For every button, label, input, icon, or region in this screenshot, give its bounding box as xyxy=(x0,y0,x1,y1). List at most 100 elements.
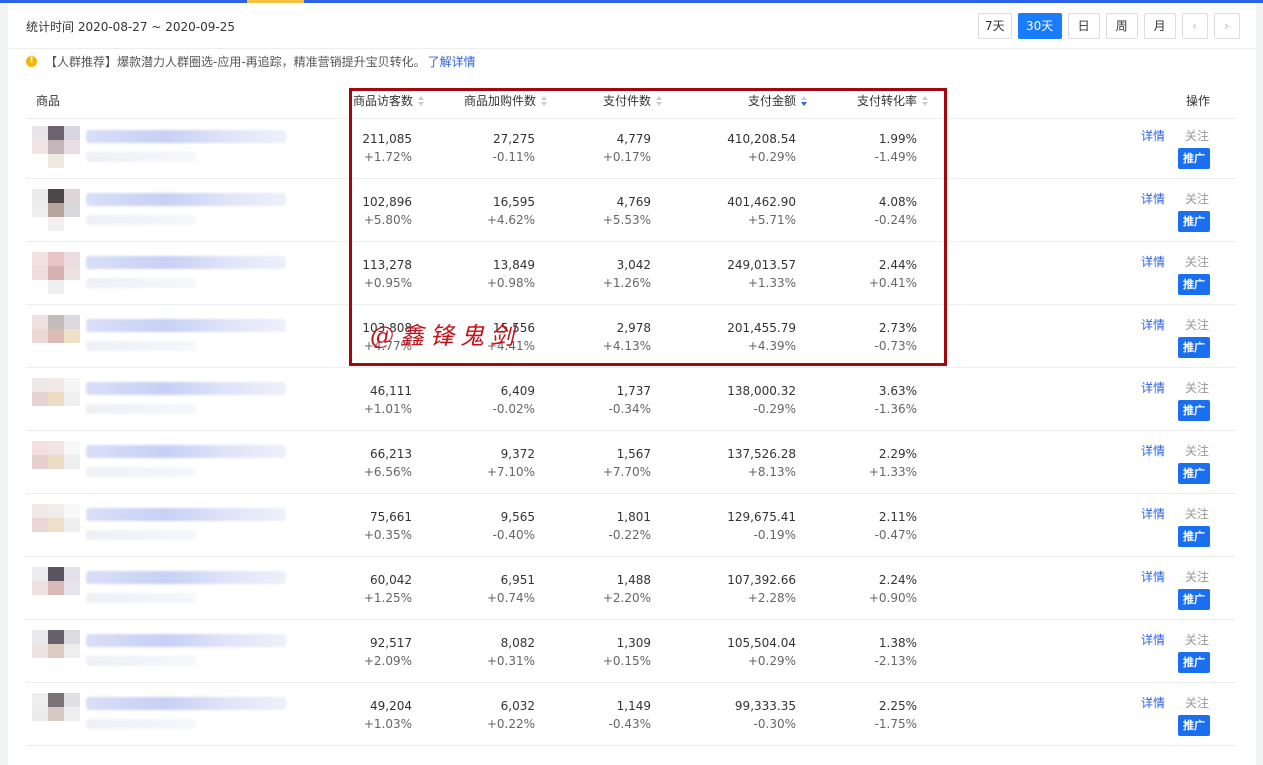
cell-change: +6.56% xyxy=(363,465,412,479)
cell-value: 46,111 xyxy=(370,384,412,398)
range-day-button[interactable]: 日 xyxy=(1067,13,1100,39)
product-name-blurred[interactable] xyxy=(86,382,286,395)
follow-link[interactable]: 关注 xyxy=(1185,190,1209,207)
detail-link[interactable]: 详情 xyxy=(1141,631,1165,648)
cell-change: -0.24% xyxy=(874,213,917,227)
detail-link[interactable]: 详情 xyxy=(1141,316,1165,333)
promote-button[interactable]: 推广 xyxy=(1178,652,1210,673)
follow-link[interactable]: 关注 xyxy=(1185,568,1209,585)
col-paid-items[interactable]: 支付件数 xyxy=(603,92,663,109)
product-name-blurred[interactable] xyxy=(86,697,286,710)
product-thumbnail[interactable] xyxy=(32,315,80,357)
detail-link[interactable]: 详情 xyxy=(1141,694,1165,711)
cell-visitors: 49,204 +1.03% xyxy=(364,697,412,733)
cell-conversion: 2.24% +0.90% xyxy=(869,571,917,607)
cell-value: 1,737 xyxy=(616,384,651,398)
sort-icon xyxy=(418,96,425,107)
product-thumbnail[interactable] xyxy=(32,441,80,483)
cell-change: +7.70% xyxy=(602,465,651,479)
table-row: 113,278 +0.95% 13,849 +0.98% 3,042 +1.26% 249,… xyxy=(26,242,1236,305)
col-visitors[interactable]: 商品访客数 xyxy=(353,92,425,109)
col-conversion[interactable]: 支付转化率 xyxy=(857,92,929,109)
promote-button[interactable]: 推广 xyxy=(1178,463,1210,484)
cell-change: +5.80% xyxy=(363,213,412,227)
cell-change: +0.29% xyxy=(747,150,796,164)
product-name-blurred[interactable] xyxy=(86,193,286,206)
cell-conversion: 2.44% +0.41% xyxy=(869,256,917,292)
product-thumbnail[interactable] xyxy=(32,378,80,420)
learn-more-link[interactable]: 了解详情 xyxy=(428,53,476,70)
cell-cart: 6,951 +0.74% xyxy=(487,571,535,607)
promote-button[interactable]: 推广 xyxy=(1178,211,1210,232)
product-thumbnail[interactable] xyxy=(32,504,80,546)
range-month-button[interactable]: 月 xyxy=(1143,13,1176,39)
chevron-right-icon: › xyxy=(1224,19,1230,33)
product-thumbnail[interactable] xyxy=(32,567,80,609)
cell-value: 2.24% xyxy=(878,573,917,587)
detail-link[interactable]: 详情 xyxy=(1141,253,1165,270)
product-name-blurred[interactable] xyxy=(86,445,286,458)
cell-value: 16,595 xyxy=(493,195,535,209)
cell-paid-amount: 105,504.04 +0.29% xyxy=(727,634,796,670)
product-name-blurred[interactable] xyxy=(86,571,286,584)
next-period-button[interactable]: › xyxy=(1213,13,1240,39)
product-name-blurred[interactable] xyxy=(86,130,286,143)
follow-link[interactable]: 关注 xyxy=(1185,379,1209,396)
cell-paid-amount: 107,392.66 +2.28% xyxy=(727,571,796,607)
follow-link[interactable]: 关注 xyxy=(1185,694,1209,711)
cell-value: 201,455.79 xyxy=(727,321,796,335)
product-thumbnail[interactable] xyxy=(32,189,80,231)
promote-button[interactable]: 推广 xyxy=(1178,526,1210,547)
cell-cart: 9,372 +7.10% xyxy=(487,445,535,481)
promote-button[interactable]: 推广 xyxy=(1178,337,1210,358)
cell-cart: 16,595 +4.62% xyxy=(487,193,535,229)
promote-button[interactable]: 推广 xyxy=(1178,148,1210,169)
promote-button[interactable]: 推广 xyxy=(1178,589,1210,610)
cell-cart: 6,032 +0.22% xyxy=(487,697,535,733)
cell-value: 1,149 xyxy=(616,699,651,713)
product-name-blurred[interactable] xyxy=(86,508,286,521)
cell-change: +0.41% xyxy=(868,276,917,290)
cell-change: +4.41% xyxy=(486,339,535,353)
range-week-button[interactable]: 周 xyxy=(1105,13,1138,39)
product-name-blurred[interactable] xyxy=(86,634,286,647)
detail-link[interactable]: 详情 xyxy=(1141,568,1165,585)
table-row: 75,661 +0.35% 9,565 -0.40% 1,801 -0.22% 129,67… xyxy=(26,494,1236,557)
product-name-blurred[interactable] xyxy=(86,256,286,269)
cell-conversion: 2.29% +1.33% xyxy=(869,445,917,481)
col-paid-amount[interactable]: 支付金额 xyxy=(748,92,808,109)
cell-value: 2.73% xyxy=(878,321,917,335)
cell-change: -0.22% xyxy=(608,528,651,542)
col-cart[interactable]: 商品加购件数 xyxy=(464,92,548,109)
follow-link[interactable]: 关注 xyxy=(1185,127,1209,144)
product-thumbnail[interactable] xyxy=(32,693,80,735)
product-name-blurred[interactable] xyxy=(86,319,286,332)
promote-button[interactable]: 推广 xyxy=(1178,400,1210,421)
detail-link[interactable]: 详情 xyxy=(1141,127,1165,144)
range-7d-button[interactable]: 7天 xyxy=(978,13,1012,39)
cell-conversion: 2.25% -1.75% xyxy=(875,697,917,733)
product-thumbnail[interactable] xyxy=(32,252,80,294)
promote-button[interactable]: 推广 xyxy=(1178,715,1210,736)
follow-link[interactable]: 关注 xyxy=(1185,631,1209,648)
detail-link[interactable]: 详情 xyxy=(1141,442,1165,459)
product-thumbnail[interactable] xyxy=(32,126,80,168)
cell-cart: 13,849 +0.98% xyxy=(487,256,535,292)
cell-change: -0.43% xyxy=(608,717,651,731)
product-thumbnail[interactable] xyxy=(32,630,80,672)
cell-change: +1.33% xyxy=(868,465,917,479)
detail-link[interactable]: 详情 xyxy=(1141,190,1165,207)
follow-link[interactable]: 关注 xyxy=(1185,253,1209,270)
promote-button[interactable]: 推广 xyxy=(1178,274,1210,295)
table-row: 66,213 +6.56% 9,372 +7.10% 1,567 +7.70% 137,52… xyxy=(26,431,1236,494)
cell-value: 103,808 xyxy=(362,321,412,335)
detail-link[interactable]: 详情 xyxy=(1141,379,1165,396)
cell-paid-items: 1,801 -0.22% xyxy=(609,508,651,544)
follow-link[interactable]: 关注 xyxy=(1185,442,1209,459)
cell-visitors: 66,213 +6.56% xyxy=(364,445,412,481)
range-30d-button[interactable]: 30天 xyxy=(1017,13,1062,39)
follow-link[interactable]: 关注 xyxy=(1185,505,1209,522)
prev-period-button[interactable]: ‹ xyxy=(1181,13,1208,39)
follow-link[interactable]: 关注 xyxy=(1185,316,1209,333)
detail-link[interactable]: 详情 xyxy=(1141,505,1165,522)
